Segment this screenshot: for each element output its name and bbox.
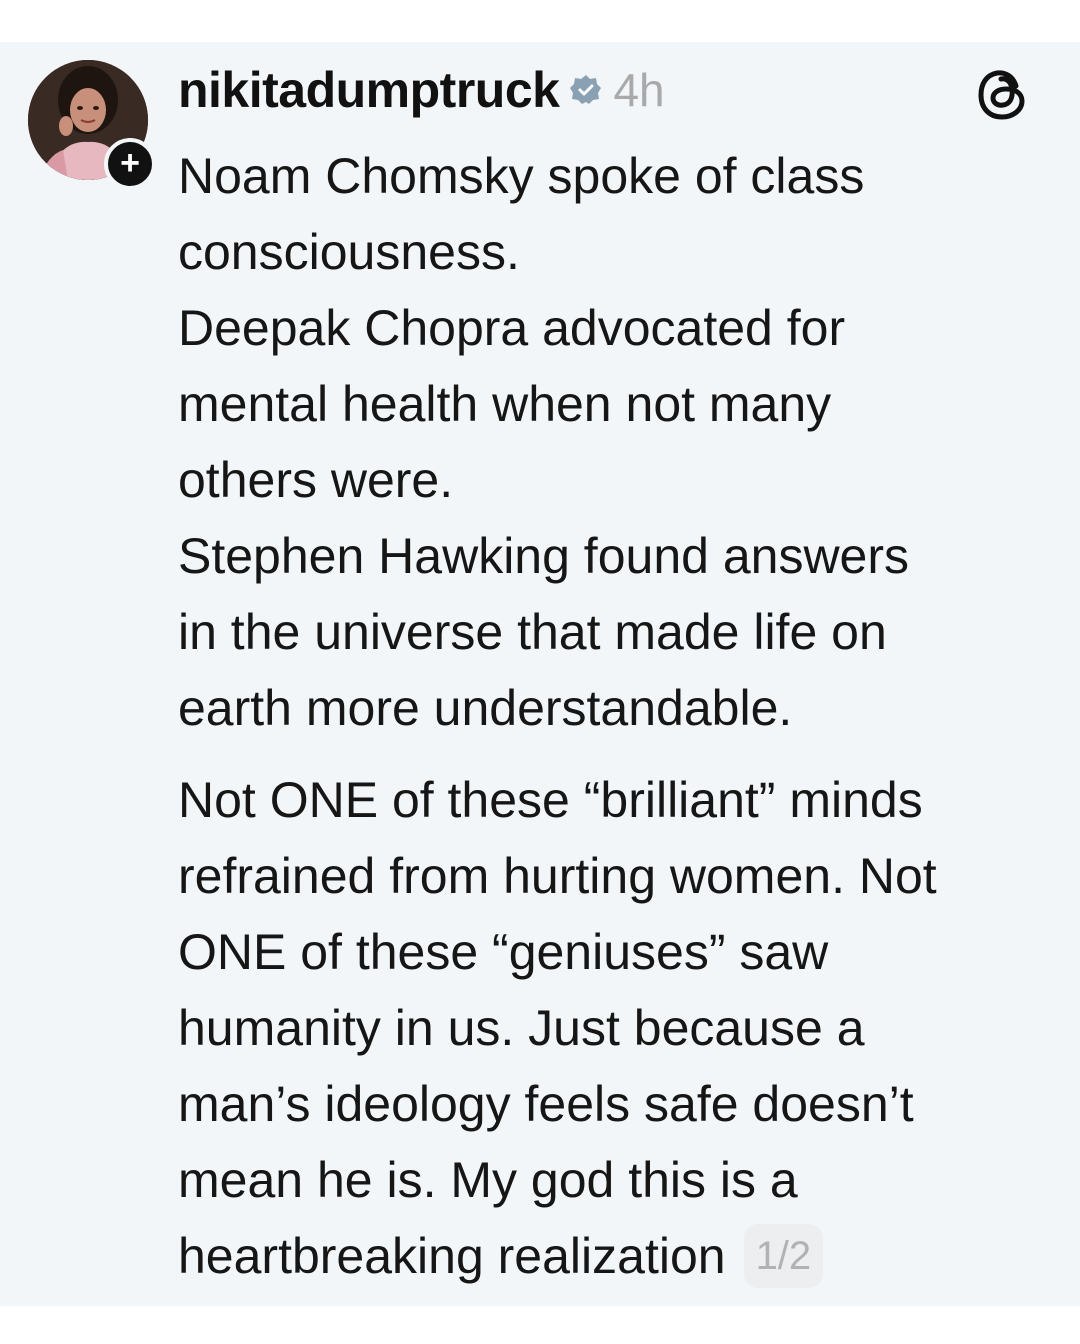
post-line: others were. [178, 452, 454, 508]
post-line: mental health when not many [178, 376, 832, 432]
post-timestamp: 4h [613, 64, 665, 116]
post-line: mean he is. My god this is a [178, 1152, 798, 1208]
post-line: ONE of these “geniuses” saw [178, 924, 829, 980]
post-paragraph-2: Not ONE of these “brilliant” minds refra… [178, 762, 1058, 1294]
post-paragraph-1: Noam Chomsky spoke of class consciousnes… [178, 138, 1058, 746]
post-line: earth more understandable. [178, 680, 793, 736]
follow-plus-icon[interactable]: + [104, 138, 156, 190]
post-line: man’s ideology feels safe doesn’t [178, 1076, 914, 1132]
post-line: humanity in us. Just because a [178, 1000, 865, 1056]
post-line: Stephen Hawking found answers [178, 528, 910, 584]
post-line: heartbreaking realization [178, 1228, 726, 1284]
post-body: Noam Chomsky spoke of class consciousnes… [178, 138, 1058, 1294]
post-header: nikitadumptruck 4h [178, 58, 665, 122]
post-line: Not ONE of these “brilliant” minds [178, 772, 923, 828]
verified-badge-icon [569, 73, 603, 107]
thread-page-indicator[interactable]: 1/2 [743, 1223, 824, 1288]
post-line: in the universe that made life on [178, 604, 887, 660]
post-line: Noam Chomsky spoke of class [178, 148, 865, 204]
avatar-container[interactable]: + [28, 60, 156, 190]
username[interactable]: nikitadumptruck [178, 61, 560, 119]
post-line: Deepak Chopra advocated for [178, 300, 846, 356]
threads-post: + nikitadumptruck 4h Noam Chomsky spoke … [0, 42, 1080, 1306]
post-line: consciousness. [178, 224, 520, 280]
threads-logo-icon[interactable] [972, 64, 1034, 126]
post-line: refrained from hurting women. Not [178, 848, 937, 904]
post-line-last: heartbreaking realization 1/2 [178, 1218, 1058, 1294]
